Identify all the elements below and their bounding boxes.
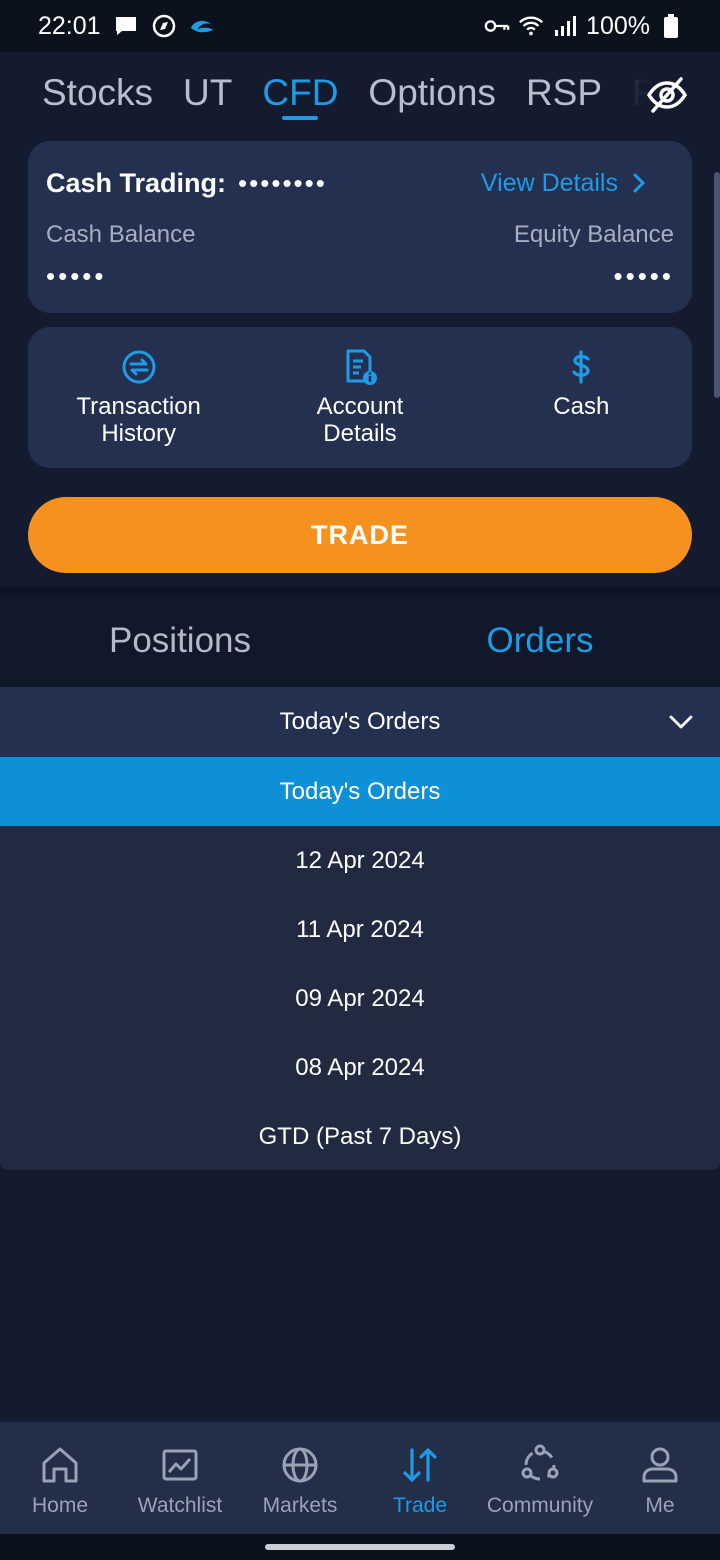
vpn-key-icon bbox=[484, 13, 510, 39]
view-details-link[interactable]: View Details bbox=[481, 169, 646, 198]
dollar-icon bbox=[572, 350, 590, 384]
cash-balance-label: Cash Balance bbox=[46, 221, 196, 248]
positions-orders-tabs: Positions Orders bbox=[0, 595, 720, 687]
account-type-tabs: Stocks UT CFD Options RSP F bbox=[0, 52, 720, 138]
tab-rsp[interactable]: RSP bbox=[526, 52, 602, 138]
chevron-right-icon bbox=[633, 173, 646, 193]
tab-ut[interactable]: UT bbox=[183, 52, 232, 138]
transaction-history-icon bbox=[122, 350, 156, 384]
chevron-down-icon bbox=[669, 715, 693, 729]
account-details-label: Account Details bbox=[316, 393, 404, 447]
nav-markets-label: Markets bbox=[262, 1494, 338, 1517]
account-summary-card: Cash Trading: •••••••• View Details Cash… bbox=[28, 141, 692, 313]
cash-label: Cash bbox=[553, 393, 610, 420]
tab-options[interactable]: Options bbox=[368, 52, 496, 138]
orders-filter-selected: Today's Orders bbox=[279, 708, 441, 735]
compass-icon bbox=[151, 13, 177, 39]
nav-community-label: Community bbox=[486, 1494, 594, 1517]
tab-cfd[interactable]: CFD bbox=[262, 52, 338, 138]
account-title: Cash Trading: bbox=[46, 167, 227, 198]
watchlist-icon bbox=[162, 1449, 198, 1481]
nav-home-label: Home bbox=[31, 1494, 89, 1517]
account-details-button[interactable]: Account Details bbox=[249, 327, 470, 468]
dropdown-option-date[interactable]: 12 Apr 2024 bbox=[0, 826, 720, 895]
nav-trade[interactable]: Trade bbox=[360, 1422, 480, 1534]
app-logo-icon bbox=[189, 13, 215, 39]
equity-balance-value: ••••• bbox=[613, 261, 674, 291]
scrollbar[interactable] bbox=[714, 172, 720, 398]
account-id-masked: •••••••• bbox=[238, 167, 327, 198]
account-details-icon bbox=[346, 349, 377, 385]
nav-community[interactable]: Community bbox=[480, 1422, 600, 1534]
quick-actions-card: Transaction History Account Details Cash bbox=[28, 327, 692, 468]
tab-stocks[interactable]: Stocks bbox=[42, 52, 153, 138]
dropdown-option-date[interactable]: 11 Apr 2024 bbox=[0, 895, 720, 964]
nav-me[interactable]: Me bbox=[600, 1422, 720, 1534]
nav-trade-label: Trade bbox=[392, 1494, 448, 1517]
section-divider bbox=[0, 587, 720, 595]
nav-watchlist[interactable]: Watchlist bbox=[120, 1422, 240, 1534]
orders-filter-dropdown[interactable]: Today's Orders bbox=[0, 687, 720, 757]
status-bar: 22:01 100% bbox=[0, 0, 720, 52]
dropdown-option-date[interactable]: 09 Apr 2024 bbox=[0, 964, 720, 1033]
transaction-history-label: Transaction History bbox=[76, 393, 201, 447]
home-icon bbox=[42, 1447, 78, 1483]
status-time: 22:01 bbox=[38, 11, 101, 40]
community-icon bbox=[521, 1444, 559, 1481]
cash-balance-value: ••••• bbox=[46, 261, 107, 291]
nav-me-label: Me bbox=[645, 1494, 675, 1517]
orders-filter-options: Today's Orders 12 Apr 2024 11 Apr 2024 0… bbox=[0, 757, 720, 1170]
dropdown-option-todays-orders[interactable]: Today's Orders bbox=[0, 757, 720, 826]
trade-button[interactable]: TRADE bbox=[28, 497, 692, 573]
dropdown-option-gtd[interactable]: GTD (Past 7 Days) bbox=[0, 1102, 720, 1171]
nav-home[interactable]: Home bbox=[0, 1422, 120, 1534]
home-gesture-bar[interactable] bbox=[265, 1544, 455, 1550]
tab-orders[interactable]: Orders bbox=[360, 595, 720, 687]
view-details-label: View Details bbox=[480, 168, 618, 197]
tab-positions[interactable]: Positions bbox=[0, 595, 360, 687]
equity-balance-label: Equity Balance bbox=[513, 221, 674, 248]
nav-markets[interactable]: Markets bbox=[240, 1422, 360, 1534]
message-icon bbox=[113, 13, 139, 39]
wifi-icon bbox=[518, 13, 544, 39]
signal-icon bbox=[552, 13, 578, 39]
dropdown-option-date[interactable]: 08 Apr 2024 bbox=[0, 1033, 720, 1102]
hide-balance-icon[interactable] bbox=[646, 74, 688, 116]
cash-button[interactable]: Cash bbox=[471, 327, 692, 468]
bottom-nav: Home Watchlist Markets Trade Community M… bbox=[0, 1422, 720, 1534]
globe-icon bbox=[282, 1447, 318, 1483]
trade-arrows-icon bbox=[403, 1448, 437, 1482]
battery-icon bbox=[658, 13, 684, 39]
transaction-history-button[interactable]: Transaction History bbox=[28, 327, 249, 468]
battery-percent: 100% bbox=[586, 11, 650, 40]
person-icon bbox=[642, 1447, 678, 1483]
nav-watchlist-label: Watchlist bbox=[137, 1494, 223, 1517]
